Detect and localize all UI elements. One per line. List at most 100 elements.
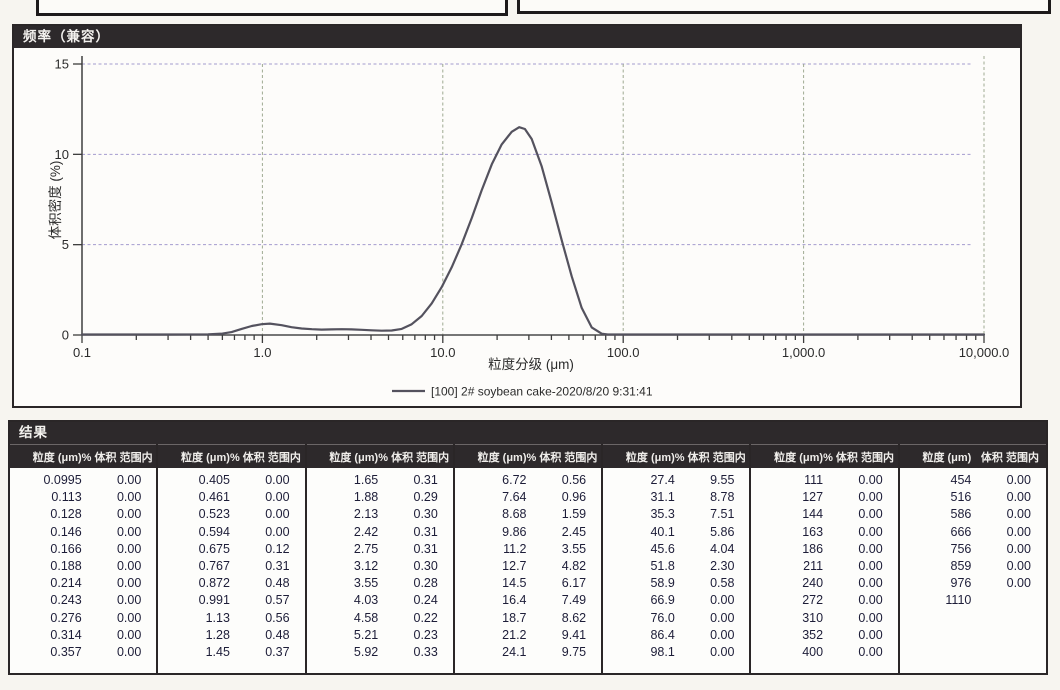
result-group-header: 粒度 (μm)% 体积 范围内: [158, 444, 304, 468]
size-value: 976: [900, 575, 978, 592]
table-row: 7560.00: [900, 541, 1046, 558]
size-value: 859: [900, 558, 978, 575]
table-row: 0.7670.31: [158, 558, 304, 575]
legend-label: [100] 2# soybean cake-2020/8/20 9:31:41: [431, 385, 653, 399]
pct-value: 0.00: [829, 472, 898, 489]
size-value: 0.461: [158, 489, 236, 506]
table-row: 0.5230.00: [158, 506, 304, 523]
table-row: 24.19.75: [455, 644, 601, 661]
pct-value: 0.31: [384, 524, 453, 541]
pct-value: 0.58: [681, 575, 750, 592]
table-row: 0.1130.00: [10, 489, 156, 506]
results-table: 粒度 (μm)% 体积 范围内0.09950.000.1130.000.1280…: [10, 444, 1046, 673]
size-value: 1.28: [158, 627, 236, 644]
pct-value: 0.00: [681, 592, 750, 609]
table-row: 1.650.31: [307, 472, 453, 489]
x-axis-label: 粒度分级 (μm): [488, 357, 574, 372]
pct-column-header: % 体积 范围内: [675, 449, 753, 465]
result-group-header: 粒度 (μm)体积 范围内: [900, 444, 1046, 468]
table-row: 14.56.17: [455, 575, 601, 592]
pct-value: 0.00: [977, 472, 1046, 489]
table-row: 0.1880.00: [10, 558, 156, 575]
result-group-header: 粒度 (μm)% 体积 范围内: [307, 444, 453, 468]
table-row: 5.920.33: [307, 644, 453, 661]
table-row: 76.00.00: [603, 610, 749, 627]
size-value: 27.4: [603, 472, 681, 489]
frequency-curve: [82, 127, 984, 334]
size-value: 1.88: [307, 489, 385, 506]
result-group: 粒度 (μm)% 体积 范围内1.650.311.880.292.130.302…: [305, 444, 453, 673]
table-row: 4.580.22: [307, 610, 453, 627]
pct-value: 7.49: [533, 592, 602, 609]
table-row: 0.3140.00: [10, 627, 156, 644]
pct-value: 0.00: [829, 592, 898, 609]
pct-value: 0.00: [829, 610, 898, 627]
pct-value: 6.17: [533, 575, 602, 592]
pct-value: 0.00: [829, 489, 898, 506]
table-row: 0.1660.00: [10, 541, 156, 558]
table-row: 1.450.37: [158, 644, 304, 661]
table-row: 5160.00: [900, 489, 1046, 506]
table-row: 0.9910.57: [158, 592, 304, 609]
table-row: 5860.00: [900, 506, 1046, 523]
size-value: 111: [751, 472, 829, 489]
result-group-header: 粒度 (μm)% 体积 范围内: [10, 444, 156, 468]
table-row: 1.130.56: [158, 610, 304, 627]
table-row: 5.210.23: [307, 627, 453, 644]
table-row: 9.862.45: [455, 524, 601, 541]
size-value: 0.128: [10, 506, 88, 523]
results-title-bar: 结果: [10, 422, 1046, 444]
pct-value: 0.12: [236, 541, 305, 558]
result-group-body: 1110.001270.001440.001630.001860.002110.…: [751, 468, 897, 673]
size-value: 21.2: [455, 627, 533, 644]
pct-value: 0.00: [977, 506, 1046, 523]
pct-value: 0.00: [829, 627, 898, 644]
table-row: 66.90.00: [603, 592, 749, 609]
size-value: 0.991: [158, 592, 236, 609]
size-column-header: 粒度 (μm): [307, 449, 379, 465]
size-value: 0.276: [10, 610, 88, 627]
table-row: 4000.00: [751, 644, 897, 661]
results-title: 结果: [19, 425, 48, 440]
pct-value: 3.55: [533, 541, 602, 558]
result-group-body: 0.09950.000.1130.000.1280.000.1460.000.1…: [10, 468, 156, 673]
top-right-cropped-box: [517, 0, 1051, 14]
pct-value: 0.96: [533, 489, 602, 506]
pct-value: 9.75: [533, 644, 602, 661]
table-row: 0.1280.00: [10, 506, 156, 523]
table-row: 0.2430.00: [10, 592, 156, 609]
size-value: 516: [900, 489, 978, 506]
size-value: 24.1: [455, 644, 533, 661]
size-value: 310: [751, 610, 829, 627]
pct-value: 0.00: [88, 575, 157, 592]
table-row: 2110.00: [751, 558, 897, 575]
y-tick-label: 15: [55, 57, 69, 72]
pct-value: 0.00: [236, 489, 305, 506]
results-panel: 结果 粒度 (μm)% 体积 范围内0.09950.000.1130.000.1…: [8, 420, 1048, 675]
pct-value: 0.00: [829, 644, 898, 661]
table-row: 1.880.29: [307, 489, 453, 506]
table-row: 4540.00: [900, 472, 1046, 489]
size-value: 1.65: [307, 472, 385, 489]
pct-value: 0.00: [236, 472, 305, 489]
pct-value: 0.31: [384, 472, 453, 489]
size-value: 76.0: [603, 610, 681, 627]
size-value: 2.13: [307, 506, 385, 523]
size-value: 31.1: [603, 489, 681, 506]
x-tick-label: 0.1: [73, 345, 91, 360]
pct-value: 0.48: [236, 627, 305, 644]
pct-value: 0.00: [88, 472, 157, 489]
pct-value: 0.00: [88, 558, 157, 575]
result-group: 粒度 (μm)体积 范围内4540.005160.005860.006660.0…: [898, 444, 1046, 673]
pct-value: 2.45: [533, 524, 602, 541]
table-row: 6.720.56: [455, 472, 601, 489]
pct-value: 0.23: [384, 627, 453, 644]
table-row: 1440.00: [751, 506, 897, 523]
pct-value: 0.37: [236, 644, 305, 661]
pct-value: 7.51: [681, 506, 750, 523]
x-tick-label: 100.0: [607, 345, 640, 360]
pct-value: 2.30: [681, 558, 750, 575]
pct-column-header: % 体积 范围内: [82, 449, 160, 465]
table-row: 3100.00: [751, 610, 897, 627]
pct-value: 0.00: [88, 489, 157, 506]
